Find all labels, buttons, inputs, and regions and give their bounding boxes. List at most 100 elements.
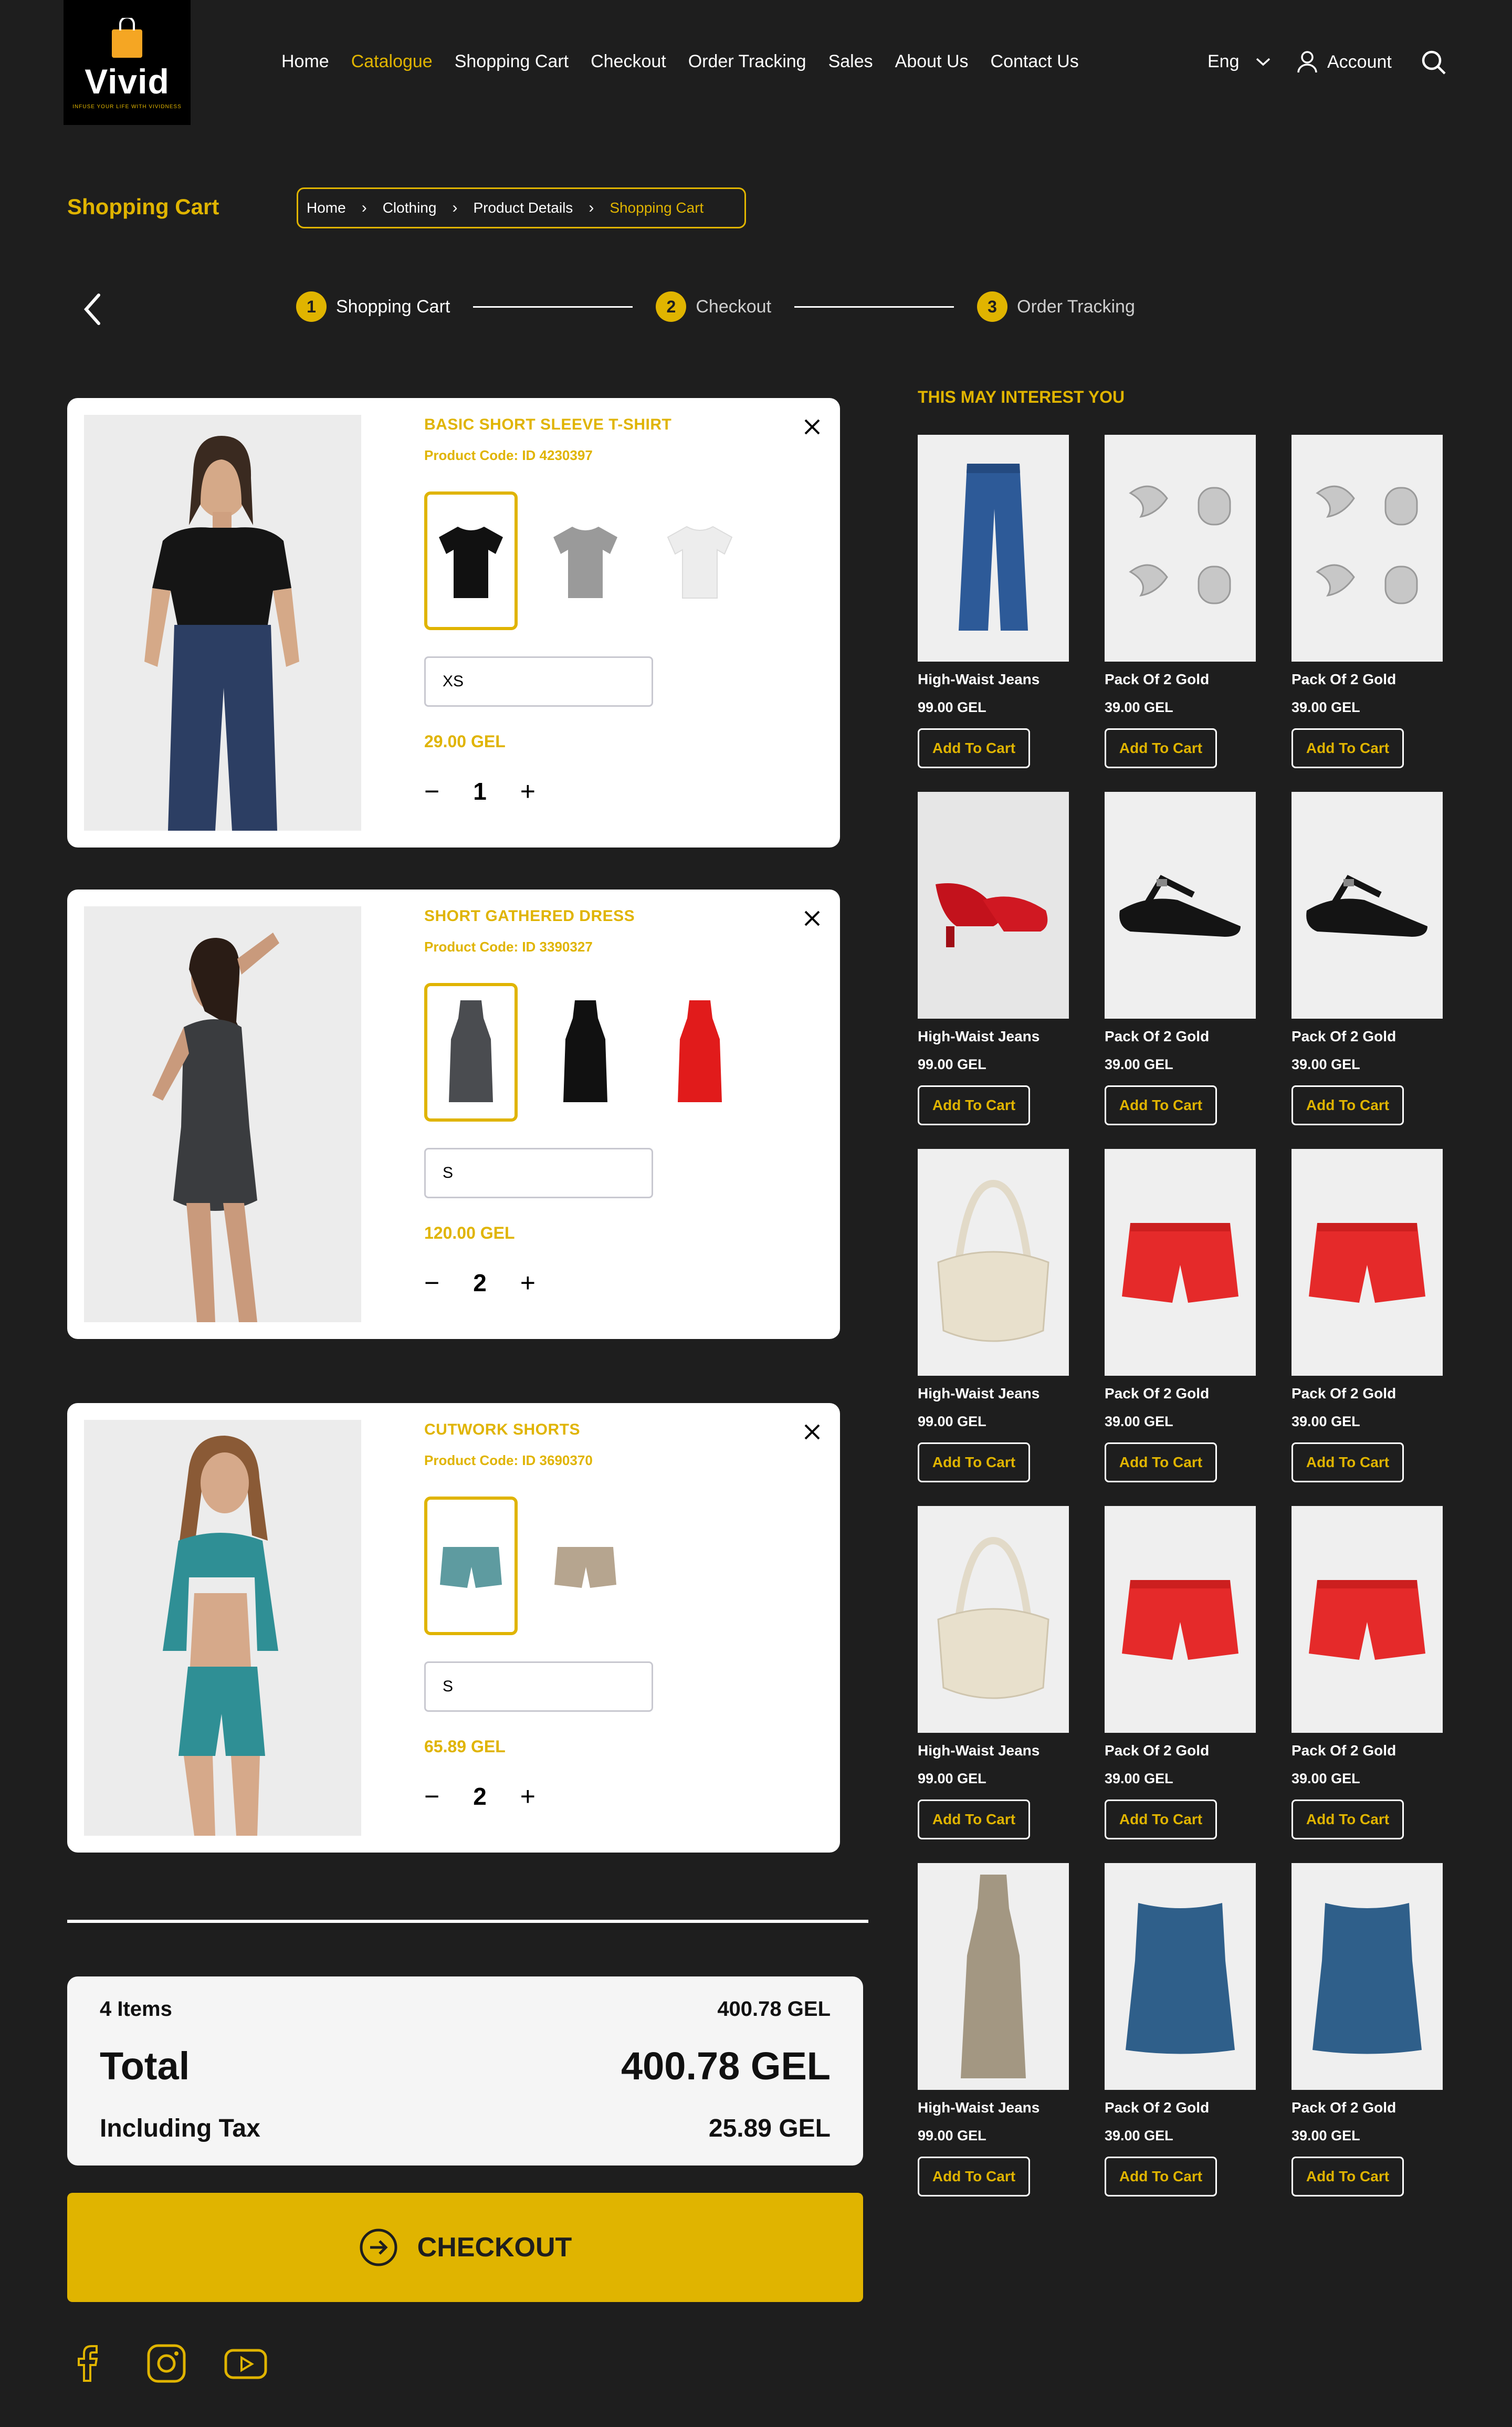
nav-checkout[interactable]: Checkout [591, 51, 666, 72]
recommended-product[interactable]: Pack Of 2 Gold 39.00 GEL Add To Cart [1292, 792, 1443, 1149]
step-label: Shopping Cart [336, 296, 450, 317]
recommended-product[interactable]: Pack Of 2 Gold 39.00 GEL Add To Cart [1292, 435, 1443, 792]
recommended-product[interactable]: High-Waist Jeans 99.00 GEL Add To Cart [918, 1863, 1069, 2220]
step-connector [794, 306, 954, 308]
product-image [918, 1506, 1069, 1733]
size-select[interactable]: S [424, 1661, 653, 1712]
chevron-right-icon: › [361, 199, 367, 216]
color-swatch-grey[interactable] [539, 491, 632, 630]
language-select[interactable]: Eng [1208, 51, 1271, 72]
product-code: Product Code: ID 3390327 [424, 939, 593, 955]
recommended-product[interactable]: Pack Of 2 Gold 39.00 GEL Add To Cart [1105, 1863, 1256, 2220]
product-photo [84, 415, 361, 831]
back-arrow-icon[interactable] [82, 293, 103, 326]
decrease-quantity-button[interactable]: − [424, 1781, 439, 1812]
color-swatch-beige[interactable] [539, 1497, 632, 1635]
youtube-icon[interactable] [224, 2348, 268, 2380]
product-photo [84, 906, 361, 1322]
color-swatch-black[interactable] [539, 983, 632, 1122]
brand-logo[interactable]: Vivid INFUSE YOUR LIFE WITH VIVIDNESS [64, 0, 191, 125]
language-value: Eng [1208, 51, 1240, 71]
breadcrumb: Home › Clothing › Product Details › Shop… [297, 187, 746, 228]
brand-name: Vivid [85, 62, 170, 101]
add-to-cart-button[interactable]: Add To Cart [918, 728, 1030, 768]
step-checkout[interactable]: 2 Checkout [656, 291, 771, 322]
product-image [1292, 1863, 1443, 2090]
increase-quantity-button[interactable]: + [520, 1268, 536, 1298]
product-title: Pack Of 2 Gold [1292, 1028, 1396, 1044]
recommended-product[interactable]: Pack Of 2 Gold 39.00 GEL Add To Cart [1105, 792, 1256, 1149]
decrease-quantity-button[interactable]: − [424, 1268, 439, 1298]
nav-catalogue[interactable]: Catalogue [351, 51, 433, 72]
nav-contact-us[interactable]: Contact Us [991, 51, 1079, 72]
add-to-cart-button[interactable]: Add To Cart [1105, 2157, 1217, 2196]
color-swatch-grey[interactable] [424, 983, 518, 1122]
recommended-product[interactable]: Pack Of 2 Gold 39.00 GEL Add To Cart [1292, 1863, 1443, 2220]
close-icon[interactable] [803, 909, 821, 927]
recommended-product[interactable]: Pack Of 2 Gold 39.00 GEL Add To Cart [1292, 1506, 1443, 1863]
color-swatch-red[interactable] [653, 983, 747, 1122]
nav-sales[interactable]: Sales [828, 51, 873, 72]
color-swatch-white[interactable] [653, 491, 747, 630]
close-icon[interactable] [803, 1423, 821, 1441]
nav-about-us[interactable]: About Us [895, 51, 969, 72]
nav-shopping-cart[interactable]: Shopping Cart [455, 51, 569, 72]
size-select[interactable]: XS [424, 656, 653, 707]
size-select[interactable]: S [424, 1148, 653, 1198]
recommended-product[interactable]: Pack Of 2 Gold 39.00 GEL Add To Cart [1105, 1506, 1256, 1863]
product-title: Pack Of 2 Gold [1105, 1028, 1210, 1044]
recommended-product[interactable]: High-Waist Jeans 99.00 GEL Add To Cart [918, 1506, 1069, 1863]
facebook-icon[interactable] [74, 2343, 102, 2383]
nav-order-tracking[interactable]: Order Tracking [688, 51, 806, 72]
add-to-cart-button[interactable]: Add To Cart [1292, 1800, 1404, 1839]
step-connector [473, 306, 633, 308]
product-image [918, 792, 1069, 1019]
cart-item: CUTWORK SHORTS Product Code: ID 3690370 … [67, 1403, 840, 1853]
color-swatches [424, 491, 747, 630]
add-to-cart-button[interactable]: Add To Cart [1105, 728, 1217, 768]
instagram-icon[interactable] [146, 2343, 187, 2384]
checkout-button[interactable]: CHECKOUT [67, 2193, 863, 2302]
recommended-product[interactable]: High-Waist Jeans 99.00 GEL Add To Cart [918, 792, 1069, 1149]
add-to-cart-button[interactable]: Add To Cart [1105, 1800, 1217, 1839]
close-icon[interactable] [803, 418, 821, 436]
account-link[interactable]: Account [1297, 50, 1392, 74]
recommended-product[interactable]: High-Waist Jeans 99.00 GEL Add To Cart [918, 1149, 1069, 1506]
breadcrumb-home[interactable]: Home [307, 200, 346, 216]
summary-tax-row: Including Tax 25.89 GEL [100, 2114, 831, 2143]
search-icon[interactable] [1421, 49, 1447, 76]
color-swatch-black[interactable] [424, 491, 518, 630]
add-to-cart-button[interactable]: Add To Cart [918, 2157, 1030, 2196]
total-value: 400.78 GEL [621, 2044, 831, 2088]
product-price: 39.00 GEL [1105, 1056, 1173, 1072]
add-to-cart-button[interactable]: Add To Cart [1292, 1442, 1404, 1482]
add-to-cart-button[interactable]: Add To Cart [1292, 728, 1404, 768]
recommended-product[interactable]: Pack Of 2 Gold 39.00 GEL Add To Cart [1292, 1149, 1443, 1506]
color-swatch-teal[interactable] [424, 1497, 518, 1635]
quantity-stepper: − 2 + [424, 1268, 536, 1298]
add-to-cart-button[interactable]: Add To Cart [1105, 1085, 1217, 1125]
tax-label: Including Tax [100, 2115, 260, 2142]
increase-quantity-button[interactable]: + [520, 1781, 536, 1812]
add-to-cart-button[interactable]: Add To Cart [1292, 2157, 1404, 2196]
items-count: 4 Items [100, 1997, 172, 2021]
breadcrumb-clothing[interactable]: Clothing [383, 200, 437, 216]
product-price: 65.89 GEL [424, 1737, 506, 1756]
step-number: 3 [977, 291, 1008, 322]
add-to-cart-button[interactable]: Add To Cart [918, 1800, 1030, 1839]
add-to-cart-button[interactable]: Add To Cart [1292, 1085, 1404, 1125]
decrease-quantity-button[interactable]: − [424, 776, 439, 807]
add-to-cart-button[interactable]: Add To Cart [1105, 1442, 1217, 1482]
arrow-right-circle-icon [360, 2229, 397, 2266]
add-to-cart-button[interactable]: Add To Cart [918, 1085, 1030, 1125]
nav-home[interactable]: Home [281, 51, 329, 72]
step-order-tracking[interactable]: 3 Order Tracking [977, 291, 1135, 322]
add-to-cart-button[interactable]: Add To Cart [918, 1442, 1030, 1482]
increase-quantity-button[interactable]: + [520, 776, 536, 807]
product-price: 39.00 GEL [1105, 1771, 1173, 1786]
breadcrumb-product-details[interactable]: Product Details [473, 200, 573, 216]
step-shopping-cart[interactable]: 1 Shopping Cart [296, 291, 450, 322]
recommended-product[interactable]: Pack Of 2 Gold 39.00 GEL Add To Cart [1105, 1149, 1256, 1506]
recommended-product[interactable]: High-Waist Jeans 99.00 GEL Add To Cart [918, 435, 1069, 792]
recommended-product[interactable]: Pack Of 2 Gold 39.00 GEL Add To Cart [1105, 435, 1256, 792]
